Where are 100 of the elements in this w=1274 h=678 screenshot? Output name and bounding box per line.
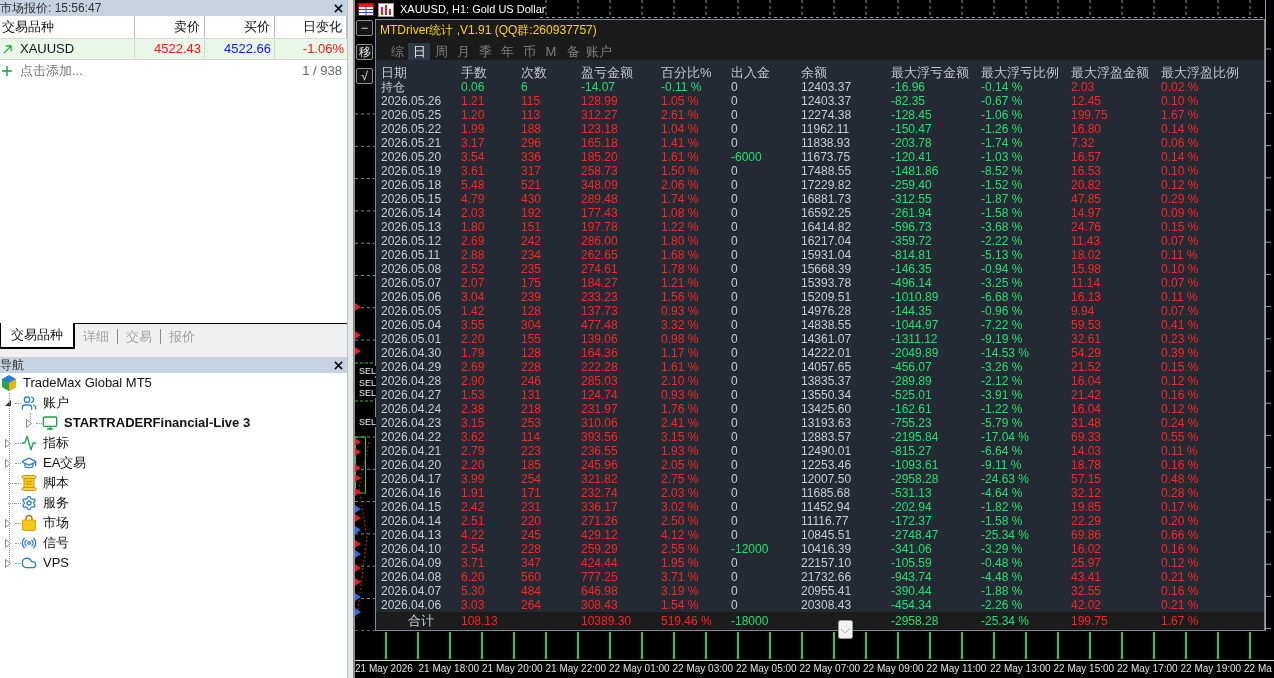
tab[interactable]: 年 — [496, 43, 518, 60]
tab[interactable]: 账户 — [584, 43, 614, 60]
side-button[interactable]: − — [356, 20, 373, 36]
table-cell: -259.40 — [891, 178, 932, 192]
table-cell: -359.72 — [891, 234, 932, 248]
symbol-count: 1 / 938 — [302, 62, 342, 81]
table-cell: -0.94 % — [981, 262, 1023, 276]
plus-icon[interactable] — [2, 66, 12, 76]
table-cell: -1.03 % — [981, 150, 1023, 164]
table-cell: 16.53 — [1071, 164, 1102, 178]
table-cell: 19.85 — [1071, 500, 1102, 514]
table-cell: 308.43 — [581, 598, 618, 612]
table-cell: 0.14 % — [1161, 122, 1199, 136]
table-cell: 0 — [731, 514, 738, 528]
side-button[interactable]: 移 — [356, 44, 373, 60]
table-cell: 124.74 — [581, 388, 618, 402]
tab[interactable]: 综 — [386, 43, 408, 60]
column-header: 最大浮盈金额 — [1071, 66, 1149, 80]
column-header[interactable]: 交易品种 — [2, 17, 54, 37]
column-header[interactable]: 卖价 — [174, 17, 200, 37]
table-cell: 2026.05.05 — [381, 304, 442, 318]
tab[interactable]: 季 — [474, 43, 496, 60]
time-label: 22 May 01:00 — [609, 663, 670, 674]
total-cell: 合计 — [408, 614, 434, 628]
table-cell: 17488.55 — [801, 164, 852, 178]
table-cell: -144.35 — [891, 304, 932, 318]
tab[interactable]: 日 — [408, 43, 430, 60]
table-cell: 0.07 % — [1161, 276, 1199, 290]
table-cell: 1.93 % — [661, 444, 699, 458]
caret-right-icon[interactable] — [5, 438, 11, 448]
arrow-up-right-icon — [3, 44, 12, 54]
table-cell: 0 — [731, 486, 738, 500]
table-cell: -261.94 — [891, 206, 932, 220]
tree-item[interactable]: 指标 — [43, 433, 69, 453]
table-cell: 2026.04.23 — [381, 416, 442, 430]
column-header[interactable]: 买价 — [244, 17, 270, 37]
table-cell: 6.20 — [461, 570, 485, 584]
table-cell: 14.03 — [1071, 444, 1102, 458]
table-cell: 429.12 — [581, 528, 618, 542]
tab[interactable]: 备 — [562, 43, 584, 60]
table-cell: 2026.04.20 — [381, 458, 442, 472]
tab[interactable]: 月 — [452, 43, 474, 60]
table-cell: 11.14 — [1071, 276, 1101, 290]
table-cell: 1.68 % — [661, 248, 699, 262]
symbol-name[interactable]: XAUUSD — [20, 39, 75, 59]
table-cell: 310.06 — [581, 416, 618, 430]
total-cell: -2958.28 — [891, 614, 939, 628]
column-header[interactable]: 日变化 — [303, 17, 342, 37]
table-cell: 0.16 % — [1161, 542, 1199, 556]
bar-chart-icon[interactable] — [378, 2, 394, 17]
tab[interactable]: 币 — [518, 43, 540, 60]
table-cell: 0.12 % — [1161, 178, 1199, 192]
table-cell: 0 — [731, 570, 738, 584]
tree-item[interactable]: 账户 — [43, 393, 69, 413]
tree-item[interactable]: 脚本 — [43, 473, 69, 493]
table-cell: -162.61 — [891, 402, 932, 416]
table-cell: -1311.12 — [891, 332, 938, 346]
tree-item[interactable]: 信号 — [43, 533, 69, 553]
caret-right-icon[interactable] — [5, 518, 11, 528]
table-cell: 0.10 % — [1161, 164, 1199, 178]
table-cell: 2026.04.28 — [381, 374, 442, 388]
time-label: 21 May 20:00 — [482, 663, 543, 674]
column-header: 盈亏金额 — [581, 66, 633, 80]
table-cell: -150.47 — [891, 122, 932, 136]
table-cell: -2958.28 — [891, 472, 939, 486]
tab[interactable]: 周 — [430, 43, 452, 60]
caret-right-icon[interactable] — [5, 538, 11, 548]
table-cell: -120.41 — [891, 150, 932, 164]
tree-item[interactable]: VPS — [43, 553, 69, 573]
table-cell: 139.06 — [581, 332, 618, 346]
table-cell: -2195.84 — [891, 430, 939, 444]
caret-right-icon[interactable] — [5, 458, 11, 468]
table-cell: 220 — [521, 514, 542, 528]
table-cell: 11.43 — [1071, 234, 1101, 248]
chart-label: SEL — [359, 366, 376, 376]
caret-right-icon[interactable] — [26, 418, 32, 428]
close-icon[interactable] — [334, 3, 343, 13]
table-cell: 1.91 — [461, 486, 485, 500]
table-icon[interactable] — [358, 3, 374, 16]
tree-item[interactable]: EA交易 — [43, 453, 87, 473]
table-cell: 234 — [521, 248, 542, 262]
close-icon[interactable] — [334, 360, 343, 370]
tree-item[interactable]: 市场 — [43, 513, 69, 533]
time-label: 22 May 19:00 — [1180, 663, 1242, 674]
add-symbol-link[interactable]: 点击添加... — [20, 61, 83, 81]
tab[interactable]: M — [540, 43, 562, 60]
caret-right-icon[interactable] — [5, 558, 11, 568]
table-cell: -9.19 % — [981, 332, 1023, 346]
table-cell: 1.99 — [461, 122, 485, 136]
side-button[interactable]: √ — [356, 68, 373, 84]
handle-icon[interactable] — [838, 620, 853, 639]
tree-item[interactable]: TradeMax Global MT5 — [23, 373, 152, 393]
caret-down-icon[interactable] — [5, 400, 11, 406]
tab[interactable]: 交易品种 — [0, 323, 75, 349]
scroll-icon — [21, 475, 37, 491]
tree-item[interactable]: STARTRADERFinancial-Live 3 — [64, 413, 251, 433]
tree-item[interactable]: 服务 — [43, 493, 69, 513]
table-cell: -1.88 % — [981, 584, 1023, 598]
table-cell: 0.12 % — [1161, 556, 1199, 570]
table-cell: 0 — [731, 360, 738, 374]
